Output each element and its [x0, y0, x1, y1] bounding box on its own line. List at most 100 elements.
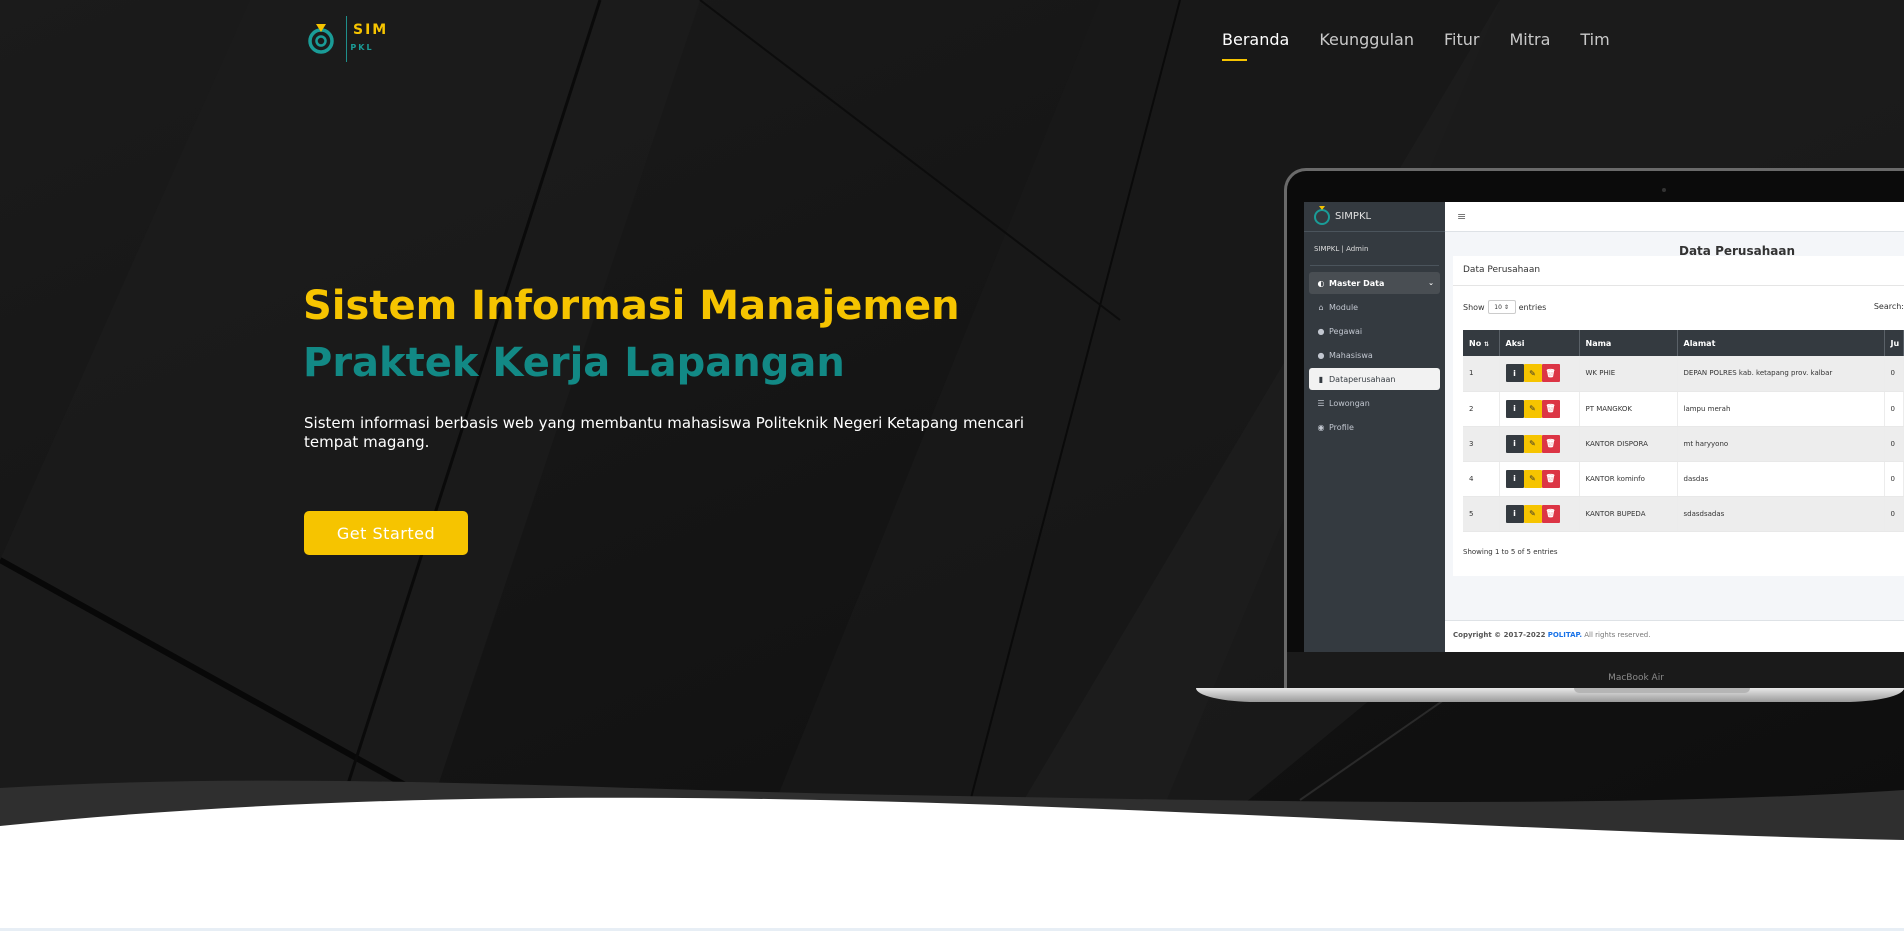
card-title: Data Perusahaan	[1453, 256, 1904, 286]
cell-aksi: i ✎ 🗑	[1499, 496, 1580, 532]
sidebar-item-label: Module	[1329, 302, 1359, 312]
info-button[interactable]: i	[1505, 504, 1524, 523]
sidebar-item-label: Mahasiswa	[1329, 350, 1373, 360]
sidebar-item-label: Dataperusahaan	[1329, 374, 1396, 384]
user-icon: ●	[1317, 326, 1325, 336]
nav-beranda[interactable]: Beranda	[1222, 30, 1289, 61]
sidebar-item-pegawai[interactable]: ● Pegawai	[1309, 320, 1440, 342]
cell-alamat: sdasdsadas	[1677, 496, 1885, 532]
sidebar-item-label: Lowongan	[1329, 398, 1370, 408]
col-nama-label: Nama	[1585, 338, 1612, 348]
cell-nama: KANTOR DISPORA	[1579, 426, 1678, 462]
simpkl-logo-icon	[308, 24, 334, 54]
admin-footer: Copyright © 2017-2022 POLITAP. All right…	[1445, 620, 1904, 652]
cell-aksi: i ✎ 🗑	[1499, 461, 1580, 497]
sort-icon: ⇅	[1484, 340, 1490, 348]
entries-select-value: 10	[1494, 303, 1502, 311]
laptop-model-label: MacBook Air	[1608, 673, 1664, 683]
cell-alamat: DEPAN POLRES kab. ketapang prov. kalbar	[1677, 356, 1885, 392]
sidebar-item-profile[interactable]: ◉ Profile	[1309, 416, 1440, 438]
chevron-down-icon: ⌄	[1428, 279, 1434, 287]
brand-name: SIM PKL	[350, 22, 388, 56]
entries-select[interactable]: 10 ⇕	[1487, 300, 1516, 314]
cell-nama: KANTOR BUPEDA	[1579, 496, 1678, 532]
list-icon: ☰	[1317, 398, 1325, 408]
col-nama[interactable]: Nama	[1579, 330, 1678, 356]
footer-copyright: Copyright © 2017-2022	[1453, 631, 1546, 639]
building-icon: ▮	[1318, 374, 1324, 384]
sidebar-item-module[interactable]: ⌂ Module	[1309, 296, 1440, 318]
admin-topbar: ≡	[1445, 202, 1904, 232]
laptop-notch	[1574, 688, 1750, 693]
col-ju[interactable]: Ju	[1884, 330, 1904, 356]
admin-sidebar: SIMPKL SIMPKL | Admin ◐ Master Data ⌄ ⌂ …	[1304, 202, 1445, 652]
delete-button[interactable]: 🗑	[1541, 434, 1560, 453]
menu-toggle-icon[interactable]: ≡	[1457, 210, 1466, 223]
sidebar-item-label: Profile	[1329, 422, 1354, 432]
table-row: 3 i ✎ 🗑 KANTOR DISPORA mt haryyono 0	[1463, 426, 1904, 462]
section-divider	[0, 928, 1904, 931]
edit-button[interactable]: ✎	[1523, 469, 1542, 488]
cell-ju: 0	[1884, 496, 1904, 532]
cell-no: 2	[1463, 391, 1500, 427]
cell-ju: 0	[1884, 426, 1904, 462]
table-row: 4 i ✎ 🗑 KANTOR kominfo dasdas 0	[1463, 461, 1904, 497]
laptop-mockup: SIMPKL SIMPKL | Admin ◐ Master Data ⌄ ⌂ …	[1196, 168, 1904, 708]
get-started-button[interactable]: Get Started	[304, 511, 468, 555]
dashboard-icon: ◐	[1317, 278, 1325, 288]
home-icon: ⌂	[1318, 302, 1324, 312]
cell-ju: 0	[1884, 391, 1904, 427]
data-card: Data Perusahaan Show 10 ⇕ entries Search…	[1453, 256, 1904, 576]
delete-button[interactable]: 🗑	[1541, 399, 1560, 418]
info-button[interactable]: i	[1505, 364, 1524, 383]
info-button[interactable]: i	[1505, 469, 1524, 488]
col-no-label: No	[1469, 338, 1482, 348]
brand-logo[interactable]: SIM PKL	[306, 16, 388, 62]
delete-button[interactable]: 🗑	[1541, 504, 1560, 523]
cell-nama: PT MANGKOK	[1579, 391, 1678, 427]
main-nav: Beranda Keunggulan Fitur Mitra Tim	[1222, 30, 1640, 61]
delete-button[interactable]: 🗑	[1541, 469, 1560, 488]
footer-rights: All rights reserved.	[1584, 631, 1651, 639]
camera-icon	[1662, 188, 1666, 192]
nav-keunggulan[interactable]: Keunggulan	[1319, 30, 1414, 49]
edit-button[interactable]: ✎	[1523, 504, 1542, 523]
edit-button[interactable]: ✎	[1523, 434, 1542, 453]
edit-button[interactable]: ✎	[1523, 364, 1542, 383]
hero-title-line2: Praktek Kerja Lapangan	[303, 340, 845, 386]
cell-alamat: lampu merah	[1677, 391, 1885, 427]
sidebar-item-label: Pegawai	[1329, 326, 1363, 336]
user-circle-icon: ◉	[1317, 422, 1325, 432]
table-row: 5 i ✎ 🗑 KANTOR BUPEDA sdasdsadas 0	[1463, 496, 1904, 532]
col-ju-label: Ju	[1890, 338, 1900, 348]
sidebar-item-dataperusahaan[interactable]: ▮ Dataperusahaan	[1309, 368, 1440, 390]
cell-no: 4	[1463, 461, 1500, 497]
hero-lead: Sistem informasi berbasis web yang memba…	[304, 414, 1025, 451]
col-no[interactable]: No ⇅	[1463, 330, 1500, 356]
admin-brand: SIMPKL	[1304, 202, 1445, 232]
showing-entries-text: Showing 1 to 5 of 5 entries	[1463, 548, 1558, 556]
nav-fitur[interactable]: Fitur	[1444, 30, 1479, 49]
sidebar-item-mahasiswa[interactable]: ● Mahasiswa	[1309, 344, 1440, 366]
nav-tim[interactable]: Tim	[1580, 30, 1609, 49]
laptop-screen: SIMPKL SIMPKL | Admin ◐ Master Data ⌄ ⌂ …	[1304, 202, 1904, 652]
col-aksi[interactable]: Aksi	[1499, 330, 1580, 356]
info-button[interactable]: i	[1505, 434, 1524, 453]
simpkl-logo-icon	[1314, 205, 1330, 225]
footer-org-link[interactable]: POLITAP.	[1548, 631, 1582, 639]
nav-mitra[interactable]: Mitra	[1509, 30, 1550, 49]
sidebar-item-master-data[interactable]: ◐ Master Data ⌄	[1309, 272, 1440, 294]
col-alamat[interactable]: Alamat	[1677, 330, 1885, 356]
admin-main: ≡ Data Perusahaan Data Perusahaan Show 1…	[1445, 202, 1904, 652]
edit-button[interactable]: ✎	[1523, 399, 1542, 418]
col-aksi-label: Aksi	[1505, 338, 1525, 348]
sidebar-item-lowongan[interactable]: ☰ Lowongan	[1309, 392, 1440, 414]
cell-aksi: i ✎ 🗑	[1499, 356, 1580, 392]
info-button[interactable]: i	[1505, 399, 1524, 418]
admin-menu: ◐ Master Data ⌄ ⌂ Module ● Pegawai ● Mah…	[1304, 266, 1445, 446]
delete-button[interactable]: 🗑	[1541, 364, 1560, 383]
cell-no: 1	[1463, 356, 1500, 392]
show-entries: Show 10 ⇕ entries	[1463, 300, 1546, 314]
cell-nama: WK PHIE	[1579, 356, 1678, 392]
sidebar-item-label: Master Data	[1329, 278, 1385, 288]
